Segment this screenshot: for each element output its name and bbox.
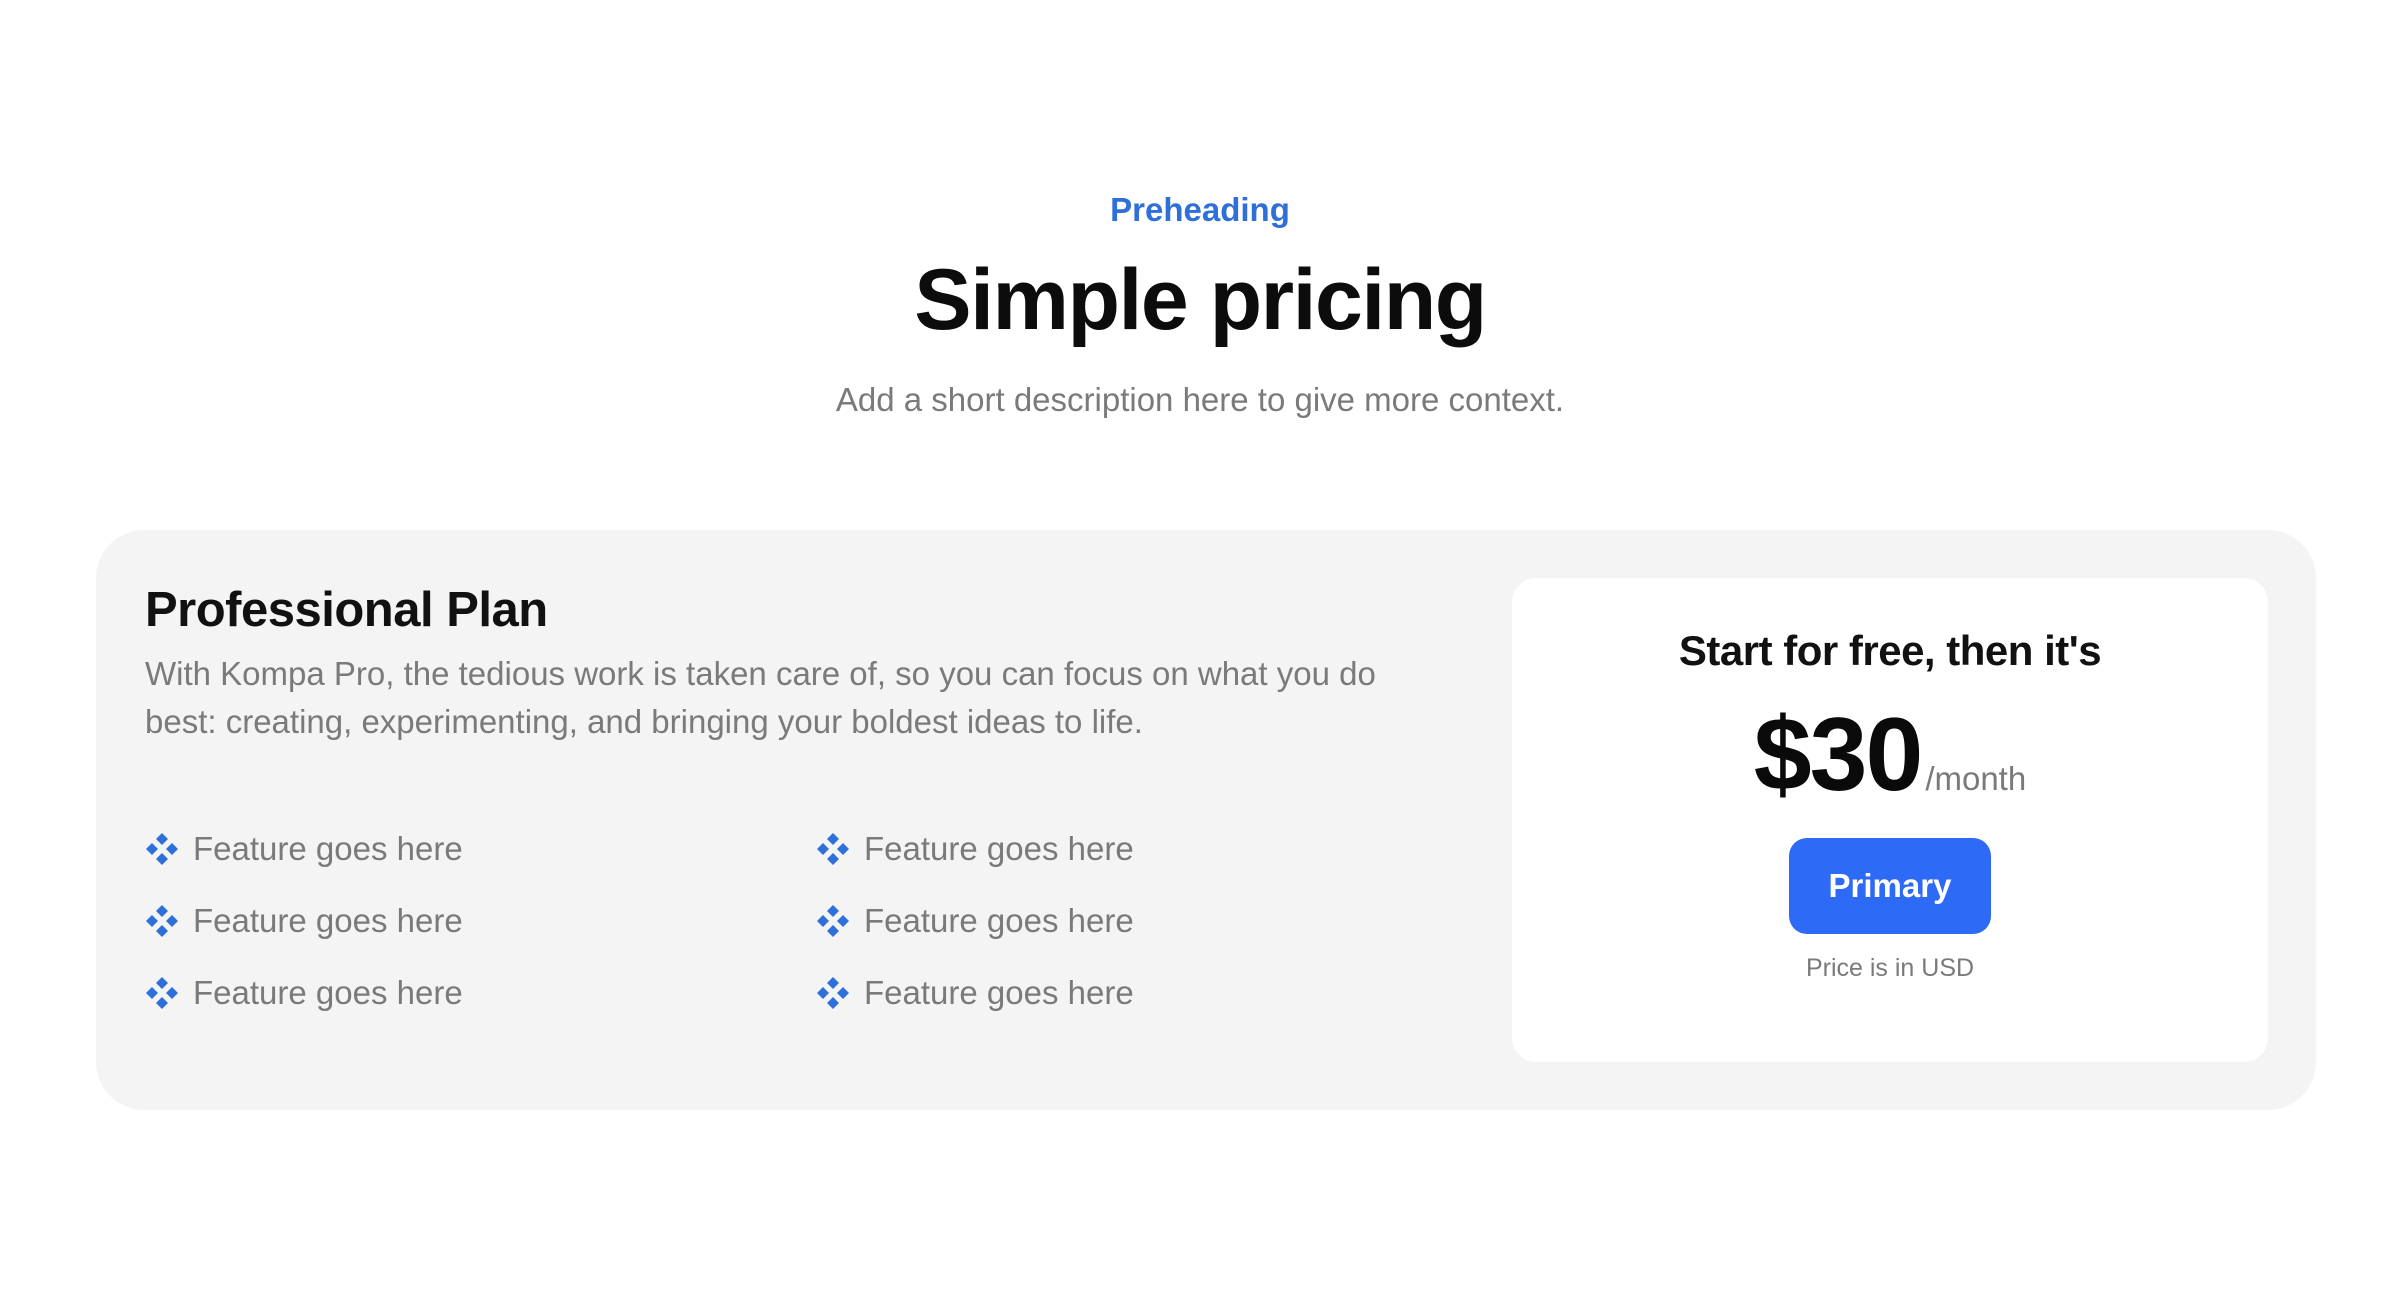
plan-title: Professional Plan — [145, 583, 548, 637]
pricing-header: Preheading Simple pricing Add a short de… — [0, 190, 2400, 420]
plan-description-line: With Kompa Pro, the tedious work is take… — [145, 655, 1376, 692]
plan-card: Professional Plan With Kompa Pro, the te… — [96, 530, 2316, 1110]
diamond-cluster-icon — [146, 977, 178, 1009]
page-subtitle: Add a short description here to give mor… — [835, 381, 1565, 418]
page-title: Simple pricing — [914, 252, 1487, 348]
feature-list: Feature goes here Feature goes here Feat… — [145, 825, 1485, 1017]
feature-item: Feature goes here — [816, 969, 1485, 1017]
primary-button[interactable]: Primary — [1789, 838, 1991, 934]
feature-label: Feature goes here — [193, 902, 463, 939]
plan-info: Professional Plan With Kompa Pro, the te… — [145, 580, 1525, 746]
diamond-cluster-icon — [817, 905, 849, 937]
feature-label: Feature goes here — [193, 830, 463, 867]
feature-label: Feature goes here — [864, 974, 1134, 1011]
feature-label: Feature goes here — [864, 830, 1134, 867]
feature-item: Feature goes here — [145, 897, 816, 945]
feature-item: Feature goes here — [816, 825, 1485, 873]
diamond-cluster-icon — [817, 977, 849, 1009]
feature-item: Feature goes here — [145, 969, 816, 1017]
price-amount: $30 — [1753, 697, 1924, 813]
feature-item: Feature goes here — [145, 825, 816, 873]
price-period: /month — [1925, 760, 2027, 797]
diamond-cluster-icon — [146, 833, 178, 865]
price-lead: Start for free, then it's — [1678, 627, 2102, 674]
price-row: $30 /month — [1512, 700, 2268, 810]
feature-item: Feature goes here — [816, 897, 1485, 945]
diamond-cluster-icon — [817, 833, 849, 865]
plan-description-line: best: creating, experimenting, and bring… — [145, 703, 1143, 740]
feature-label: Feature goes here — [864, 902, 1134, 939]
price-note: Price is in USD — [1805, 954, 1975, 982]
plan-description: With Kompa Pro, the tedious work is take… — [145, 650, 1525, 746]
feature-label: Feature goes here — [193, 974, 463, 1011]
price-box: Start for free, then it's $30 /month Pri… — [1512, 578, 2268, 1062]
preheading: Preheading — [1110, 191, 1290, 228]
diamond-cluster-icon — [146, 905, 178, 937]
